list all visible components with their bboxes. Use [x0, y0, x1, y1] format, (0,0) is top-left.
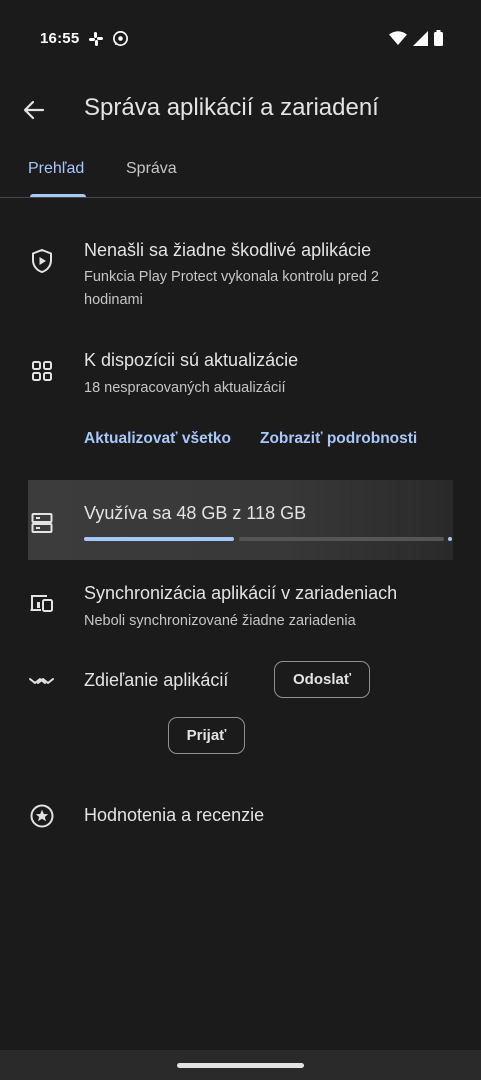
storage-progress-bar	[84, 537, 452, 541]
slack-icon	[88, 31, 104, 52]
tab-divider	[0, 197, 481, 198]
apps-grid-icon	[29, 358, 55, 384]
play-protect-subtitle: Funkcia Play Protect vykonala kontrolu p…	[84, 269, 379, 308]
gesture-handle[interactable]	[177, 1063, 304, 1068]
status-time: 16:55	[40, 30, 80, 47]
devices-icon	[29, 590, 55, 616]
status-left-icons	[88, 30, 129, 52]
tab-overview[interactable]: Prehľad	[28, 160, 84, 178]
wifi-icon	[389, 30, 407, 51]
updates-subtitle: 18 nespracovaných aktualizácií	[84, 380, 286, 396]
sync-subtitle: Neboli synchronizované žiadne zariadenia	[84, 613, 356, 629]
show-details-link[interactable]: Zobraziť podrobnosti	[260, 430, 417, 448]
ratings-title[interactable]: Hodnotenia a recenzie	[84, 805, 264, 826]
whatsapp-icon	[112, 30, 129, 52]
sharing-title: Zdieľanie aplikácií	[84, 670, 229, 690]
shield-play-icon	[29, 248, 55, 274]
storage-end-dot	[448, 537, 452, 541]
update-all-link[interactable]: Aktualizovať všetko	[84, 430, 231, 448]
storage-used-fill	[84, 537, 234, 541]
signal-icon	[413, 30, 428, 51]
arrow-back-icon	[20, 100, 48, 128]
storage-icon	[29, 510, 55, 536]
page-title: Správa aplikácií a zariadení	[84, 94, 379, 121]
storage-title: Využíva sa 48 GB z 118 GB	[84, 503, 307, 523]
sync-title[interactable]: Synchronizácia aplikácií v zariadeniach	[84, 583, 397, 604]
updates-title[interactable]: K dispozícii sú aktualizácie	[84, 350, 298, 371]
receive-button[interactable]: Prijať	[168, 717, 245, 754]
status-right-icons	[389, 30, 443, 51]
tab-manage[interactable]: Správa	[126, 160, 177, 178]
nearby-share-icon	[28, 667, 54, 693]
star-circle-icon	[29, 803, 55, 829]
send-button[interactable]: Odoslať	[274, 661, 370, 698]
storage-free-track	[239, 537, 444, 541]
play-protect-title[interactable]: Nenašli sa žiadne škodlivé aplikácie	[84, 240, 371, 261]
back-button[interactable]	[20, 96, 48, 124]
battery-icon	[434, 30, 443, 51]
